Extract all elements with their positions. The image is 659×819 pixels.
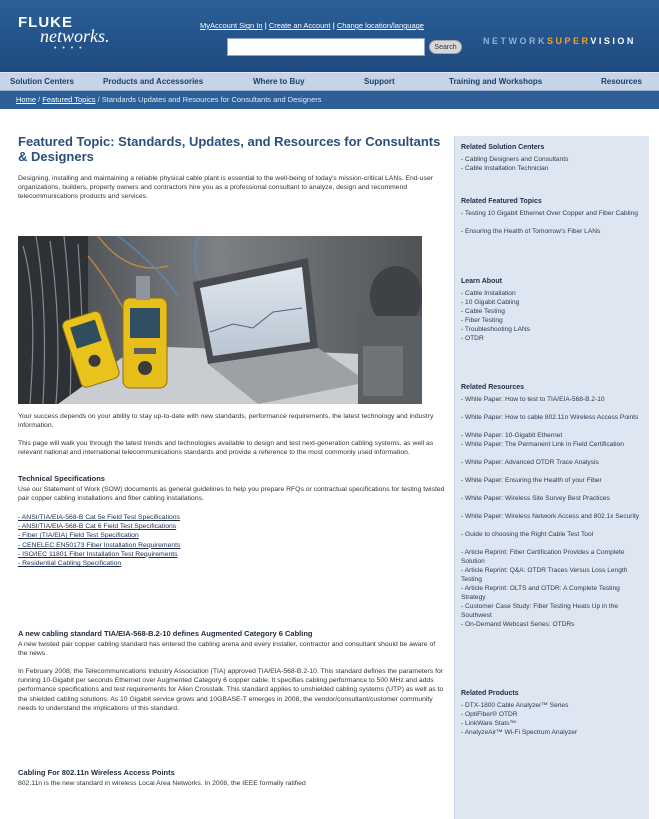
create-account-link[interactable]: Create an Account <box>269 21 331 30</box>
sidebar-item[interactable]: - OptiFiber® OTDR <box>461 710 643 719</box>
technical-specs-body: Use our Statement of Work (SOW) document… <box>18 486 445 503</box>
sidebar-item[interactable]: - Cable Installation <box>461 289 643 298</box>
spec-link-cat5e[interactable]: - ANSI/TIA/EIA-568-B Cat 5e Field Test S… <box>18 513 446 522</box>
sidebar-heading-learn-about: Learn About <box>461 278 502 285</box>
sidebar-item[interactable]: - Testing 10 Gigabit Ethernet Over Coppe… <box>461 209 643 218</box>
sidebar-heading-related-products: Related Products <box>461 690 519 697</box>
main-nav: Solution Centers Products and Accessorie… <box>0 72 659 91</box>
spec-link-iso-iec[interactable]: - ISO/IEC 11801 Fiber Installation Test … <box>18 550 446 559</box>
search-button[interactable]: Search <box>429 40 462 54</box>
hero-image <box>18 236 422 404</box>
sign-in-link[interactable]: MyAccount Sign In <box>200 21 263 30</box>
breadcrumb-current: Standards Updates and Resources for Cons… <box>101 95 322 104</box>
spec-link-cat6[interactable]: - ANSI/TIA/EIA-568-B Cat 6 Field Test Sp… <box>18 522 446 531</box>
nav-resources[interactable]: Resources <box>601 77 642 86</box>
sidebar-item[interactable]: - Guide to choosing the Right Cable Test… <box>461 530 643 539</box>
nav-solution-centers[interactable]: Solution Centers <box>10 77 74 86</box>
technical-specs-heading: Technical Specifications <box>18 474 105 483</box>
spec-link-cenelec[interactable]: - CENELEC EN50173 Fiber Installation Req… <box>18 541 446 550</box>
breadcrumb-featured-topics[interactable]: Featured Topics <box>42 95 95 104</box>
change-location-link[interactable]: Change location/language <box>337 21 424 30</box>
account-links: MyAccount Sign In | Create an Account | … <box>200 21 424 30</box>
sidebar-item[interactable]: - White Paper: 10-Gigabit Ethernet <box>461 431 643 440</box>
sidebar-item[interactable]: - Cable Installation Technician <box>461 164 643 173</box>
cat6a-heading: A new cabling standard TIA/EIA-568-B.2-1… <box>18 629 313 638</box>
page-title: Featured Topic: Standards, Updates, and … <box>18 134 441 164</box>
testers-laptop-photo <box>18 236 422 404</box>
sidebar-item[interactable]: - Article Reprint: Q&A: OTDR Traces Vers… <box>461 566 643 584</box>
sidebar-item[interactable]: - AnalyzeAir™ Wi-Fi Spectrum Analyzer <box>461 728 643 737</box>
sidebar-item[interactable]: - Fiber Testing <box>461 316 643 325</box>
nav-where-to-buy[interactable]: Where to Buy <box>253 77 305 86</box>
success-paragraph: Your success depends on your ability to … <box>18 413 434 430</box>
sidebar-heading-featured-topics: Related Featured Topics <box>461 198 542 205</box>
sidebar-heading-related-resources: Related Resources <box>461 384 525 391</box>
fluke-networks-logo[interactable]: FLUKE networks. • • • • <box>18 14 110 52</box>
search-input[interactable] <box>227 38 425 56</box>
sidebar-item[interactable]: - DTX-1800 Cable Analyzer™ Series <box>461 701 643 710</box>
nsv-vision: VISION <box>590 36 636 46</box>
breadcrumb-home[interactable]: Home <box>16 95 36 104</box>
sidebar-item[interactable]: - Troubleshooting LANs <box>461 325 643 334</box>
sidebar-item[interactable]: - White Paper: Advanced OTDR Trace Analy… <box>461 458 643 467</box>
spec-link-residential[interactable]: - Residential Cabling Specification <box>18 559 446 568</box>
wifi-body: 802.11n is the new standard in wireless … <box>18 780 306 787</box>
sidebar-item[interactable]: - White Paper: Ensuring the Health of yo… <box>461 476 643 485</box>
nav-products-accessories[interactable]: Products and Accessories <box>103 77 203 86</box>
sidebar-item[interactable]: - Cabling Designers and Consultants <box>461 155 643 164</box>
sidebar: Related Solution Centers - Cabling Desig… <box>454 136 649 819</box>
nsv-super: SUPER <box>547 36 591 46</box>
sidebar-item[interactable]: - White Paper: Wireless Site Survey Best… <box>461 494 643 503</box>
sidebar-heading-solution-centers: Related Solution Centers <box>461 144 545 151</box>
nav-training-workshops[interactable]: Training and Workshops <box>449 77 542 86</box>
sidebar-item[interactable]: - Article Reprint: Fiber Certification P… <box>461 548 643 566</box>
walkthrough-paragraph: This page will walk you through the late… <box>18 440 434 457</box>
site-header: FLUKE networks. • • • • MyAccount Sign I… <box>0 0 659 72</box>
sidebar-item[interactable]: - Customer Case Study: Fiber Testing Hea… <box>461 602 643 620</box>
nav-support[interactable]: Support <box>364 77 395 86</box>
sidebar-item[interactable]: - White Paper: The Permanent Link in Fie… <box>461 440 643 449</box>
cat6a-detail: In February 2008, the Telecommunications… <box>18 668 444 712</box>
logo-networks-text: networks. <box>40 26 110 46</box>
nsv-network: NETWORK <box>483 36 547 46</box>
technical-specs-links: - ANSI/TIA/EIA-568-B Cat 5e Field Test S… <box>18 513 446 568</box>
sidebar-item[interactable]: - 10 Gigabit Cabling <box>461 298 643 307</box>
sidebar-item[interactable]: - White Paper: How to cable 802.11n Wire… <box>461 413 643 422</box>
sidebar-item[interactable]: - OTDR <box>461 334 643 343</box>
sidebar-item[interactable]: - White Paper: How to test to TIA/EIA-56… <box>461 395 643 404</box>
sidebar-item[interactable]: - Ensuring the Health of Tomorrow's Fibe… <box>461 227 643 236</box>
spec-link-fiber-tia[interactable]: - Fiber (TIA/EIA) Field Test Specificati… <box>18 531 446 540</box>
intro-paragraph: Designing, installing and maintaining a … <box>18 175 433 201</box>
cat6a-intro: A new twisted pair copper cabling standa… <box>18 641 436 658</box>
network-supervision-logo: NETWORKSUPERVISION <box>483 36 636 46</box>
sidebar-item[interactable]: - Cable Testing <box>461 307 643 316</box>
breadcrumb: Home / Featured Topics / Standards Updat… <box>0 91 659 109</box>
sidebar-item[interactable]: - White Paper: Wireless Network Access a… <box>461 512 643 521</box>
sidebar-item[interactable]: - LinkWare Stats™ <box>461 719 643 728</box>
wifi-heading: Cabling For 802.11n Wireless Access Poin… <box>18 768 175 777</box>
sidebar-item[interactable]: - Article Reprint: OLTS and OTDR: A Comp… <box>461 584 643 602</box>
sidebar-item[interactable]: - On-Demand Webcast Series: OTDRs <box>461 620 643 629</box>
